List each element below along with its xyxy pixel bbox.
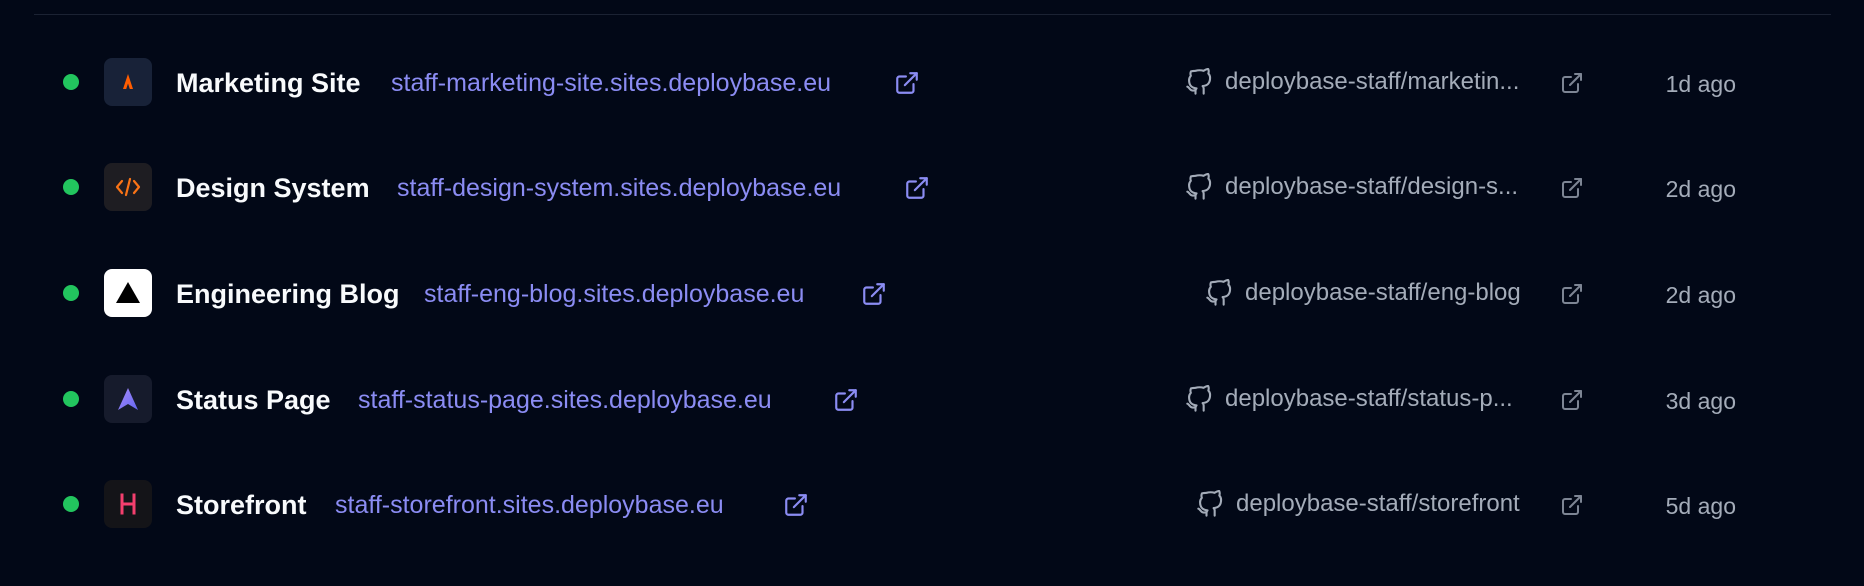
external-link-icon[interactable] bbox=[1560, 282, 1584, 306]
external-link-icon[interactable] bbox=[1560, 71, 1584, 95]
domain-link[interactable]: staff-eng-blog.sites.deploybase.eu bbox=[424, 277, 804, 311]
repo-link[interactable]: deploybase-staff/eng-blog bbox=[1205, 277, 1521, 309]
repo-name[interactable]: deploybase-staff/storefront bbox=[1236, 488, 1520, 520]
github-icon bbox=[1185, 173, 1213, 201]
external-link-icon[interactable] bbox=[1560, 493, 1584, 517]
triangle-logo bbox=[104, 269, 152, 317]
project-row[interactable]: Engineering Blog staff-eng-blog.sites.de… bbox=[0, 240, 1864, 345]
repo-name[interactable]: deploybase-staff/design-s... bbox=[1225, 171, 1518, 203]
domain-link[interactable]: staff-marketing-site.sites.deploybase.eu bbox=[391, 66, 831, 100]
project-name[interactable]: Status Page bbox=[176, 383, 331, 417]
repo-name[interactable]: deploybase-staff/status-p... bbox=[1225, 383, 1513, 415]
repo-link[interactable]: deploybase-staff/design-s... bbox=[1185, 171, 1518, 203]
repo-name[interactable]: deploybase-staff/marketin... bbox=[1225, 66, 1519, 98]
last-updated: 2d ago bbox=[1665, 282, 1736, 308]
external-link-icon[interactable] bbox=[833, 387, 859, 413]
domain-link[interactable]: staff-status-page.sites.deploybase.eu bbox=[358, 383, 772, 417]
last-updated: 1d ago bbox=[1665, 71, 1736, 97]
astro-logo bbox=[104, 58, 152, 106]
top-divider bbox=[34, 14, 1831, 15]
domain-link[interactable]: staff-design-system.sites.deploybase.eu bbox=[397, 171, 841, 205]
github-icon bbox=[1185, 385, 1213, 413]
project-list: Marketing Site staff-marketing-site.site… bbox=[0, 0, 1864, 586]
repo-link[interactable]: deploybase-staff/marketin... bbox=[1185, 66, 1519, 98]
external-link-icon[interactable] bbox=[1560, 176, 1584, 200]
last-updated: 5d ago bbox=[1665, 493, 1736, 519]
project-name[interactable]: Storefront bbox=[176, 488, 307, 522]
status-dot bbox=[63, 391, 79, 407]
status-dot bbox=[63, 74, 79, 90]
last-updated: 2d ago bbox=[1665, 176, 1736, 202]
project-row[interactable]: Design System staff-design-system.sites.… bbox=[0, 135, 1864, 240]
repo-link[interactable]: deploybase-staff/storefront bbox=[1196, 488, 1520, 520]
external-link-icon[interactable] bbox=[1560, 388, 1584, 412]
external-link-icon[interactable] bbox=[861, 281, 887, 307]
project-row[interactable]: Marketing Site staff-marketing-site.site… bbox=[0, 30, 1864, 135]
repo-name[interactable]: deploybase-staff/eng-blog bbox=[1245, 277, 1521, 309]
project-name[interactable]: Design System bbox=[176, 171, 370, 205]
project-row[interactable]: Storefront staff-storefront.sites.deploy… bbox=[0, 451, 1864, 556]
external-link-icon[interactable] bbox=[904, 175, 930, 201]
status-dot bbox=[63, 285, 79, 301]
arrow-logo bbox=[104, 375, 152, 423]
external-link-icon[interactable] bbox=[783, 492, 809, 518]
project-row[interactable]: Status Page staff-status-page.sites.depl… bbox=[0, 346, 1864, 451]
hydrogen-logo bbox=[104, 480, 152, 528]
github-icon bbox=[1205, 279, 1233, 307]
project-name[interactable]: Marketing Site bbox=[176, 66, 361, 100]
status-dot bbox=[63, 179, 79, 195]
status-dot bbox=[63, 496, 79, 512]
github-icon bbox=[1185, 68, 1213, 96]
github-icon bbox=[1196, 490, 1224, 518]
last-updated: 3d ago bbox=[1665, 388, 1736, 414]
external-link-icon[interactable] bbox=[894, 70, 920, 96]
code-brackets-logo bbox=[104, 163, 152, 211]
project-name[interactable]: Engineering Blog bbox=[176, 277, 400, 311]
repo-link[interactable]: deploybase-staff/status-p... bbox=[1185, 383, 1513, 415]
domain-link[interactable]: staff-storefront.sites.deploybase.eu bbox=[335, 488, 724, 522]
